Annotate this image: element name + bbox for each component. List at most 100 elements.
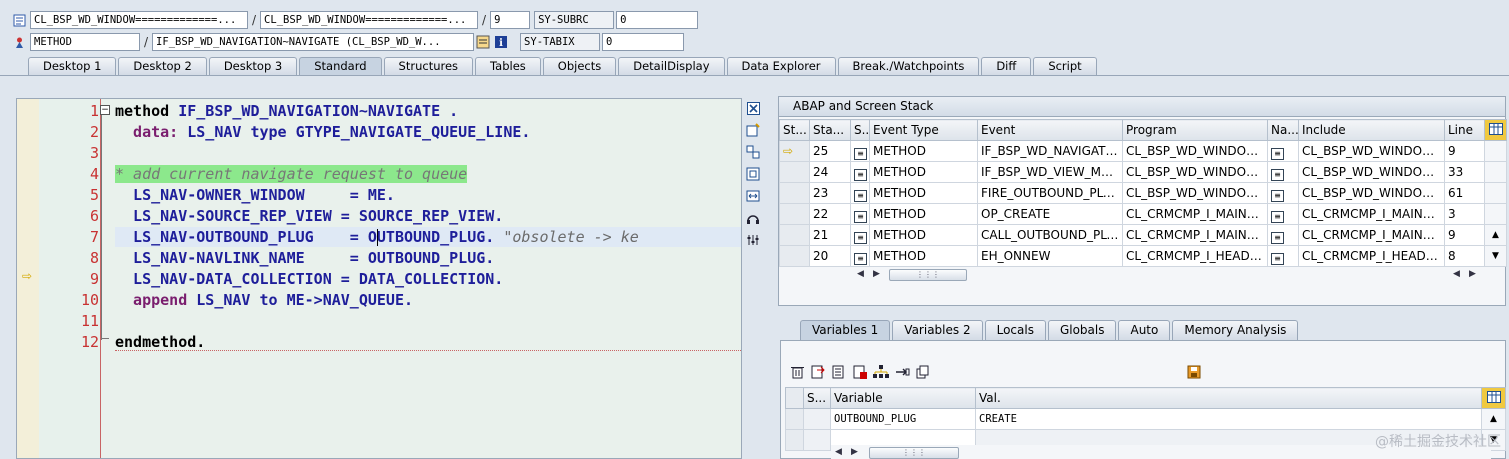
program[interactable]: CL_CRMCMP_I_MAINWIN... <box>1122 224 1268 246</box>
event-type-field[interactable]: METHOD <box>30 33 140 51</box>
include[interactable]: CL_BSP_WD_WINDOW=... <box>1298 182 1445 204</box>
navigate-icon[interactable]: ≡ <box>1267 161 1299 183</box>
import-icon[interactable] <box>810 365 826 381</box>
tab-memory-analysis[interactable]: Memory Analysis <box>1172 320 1299 340</box>
table-row[interactable]: 21 ≡ METHOD CALL_OUTBOUND_PLUG CL_CRMCMP… <box>779 224 1507 246</box>
table-row[interactable]: 22 ≡ METHOD OP_CREATE CL_CRMCMP_I_MAINWI… <box>779 203 1507 225</box>
col-header[interactable]: Variable <box>830 387 976 409</box>
table-row[interactable]: 23 ≡ METHOD FIRE_OUTBOUND_PLUG CL_BSP_WD… <box>779 182 1507 204</box>
save-icon[interactable] <box>1187 365 1201 382</box>
swap-tool-icon[interactable] <box>745 144 761 160</box>
program[interactable]: CL_BSP_WD_WINDOW=... <box>1122 140 1268 162</box>
scroll-right-icon[interactable]: ▶ <box>1469 269 1476 279</box>
col-header[interactable]: Event <box>977 119 1123 141</box>
code-line[interactable]: LS_NAV-NAVLINK_NAME = OUTBOUND_PLUG. <box>115 248 494 269</box>
tab-desktop-1[interactable]: Desktop 1 <box>28 57 117 75</box>
navigate-icon[interactable]: ≡ <box>1267 245 1299 267</box>
program[interactable]: CL_CRMCMP_I_MAINWIN... <box>1122 203 1268 225</box>
program-field[interactable]: CL_BSP_WD_WINDOW=============... <box>30 11 248 29</box>
scroll-thumb[interactable]: ⋮⋮⋮ <box>869 447 959 459</box>
tab-locals[interactable]: Locals <box>984 320 1046 340</box>
include[interactable]: CL_CRMCMP_I_MAINWIN... <box>1298 224 1445 246</box>
source-navigate-icon[interactable] <box>476 35 490 49</box>
tab-objects[interactable]: Objects <box>542 57 617 75</box>
tab-structures[interactable]: Structures <box>383 57 474 75</box>
event[interactable]: FIRE_OUTBOUND_PLUG <box>977 182 1123 204</box>
table-row[interactable]: ⇨ 25 ≡ METHOD IF_BSP_WD_NAVIGATIO... CL_… <box>779 140 1507 162</box>
transfer-icon[interactable] <box>894 365 910 381</box>
col-header[interactable]: Sta... <box>809 119 851 141</box>
column-settings-icon[interactable] <box>1481 387 1506 409</box>
event[interactable]: IF_BSP_WD_NAVIGATIO... <box>977 140 1123 162</box>
navigate-icon[interactable]: ≡ <box>1267 182 1299 204</box>
code-line[interactable]: method IF_BSP_WD_NAVIGATION~NAVIGATE . <box>115 101 458 122</box>
collapse-toggle-icon[interactable]: − <box>100 105 110 115</box>
delete-icon[interactable] <box>789 365 805 381</box>
settings-tool-icon[interactable] <box>745 232 761 248</box>
include-field[interactable]: CL_BSP_WD_WINDOW=============... <box>260 11 479 29</box>
new-tool-icon[interactable] <box>745 122 761 138</box>
table-row[interactable]: 24 ≡ METHOD IF_BSP_WD_VIEW_MAN... CL_BSP… <box>779 161 1507 183</box>
tab-variables-1[interactable]: Variables 1 <box>800 320 891 340</box>
navigate-icon[interactable]: ≡ <box>1267 203 1299 225</box>
tab-breakpoints[interactable]: Break./Watchpoints <box>837 57 980 75</box>
info-icon[interactable]: i <box>494 35 508 49</box>
code-line[interactable]: LS_NAV-SOURCE_REP_VIEW = SOURCE_REP_VIEW… <box>115 206 503 227</box>
col-header[interactable]: S... <box>850 119 870 141</box>
export-icon[interactable] <box>831 365 847 381</box>
code-line-current[interactable]: LS_NAV-DATA_COLLECTION = DATA_COLLECTION… <box>115 269 503 290</box>
scroll-left-icon[interactable]: ◀ <box>835 447 842 457</box>
close-icon[interactable] <box>745 100 761 116</box>
sysvalue-subrc[interactable]: 0 <box>616 11 699 29</box>
tab-script[interactable]: Script <box>1033 57 1097 75</box>
scroll-thumb[interactable]: ⋮⋮⋮ <box>889 269 967 281</box>
source-editor[interactable]: − ⇨ 1 2 3 4 5 6 7 8 9 10 11 12 method IF… <box>16 98 742 459</box>
table-row[interactable]: 20 ≡ METHOD EH_ONNEW CL_CRMCMP_I_HEADERR… <box>779 245 1507 267</box>
include[interactable]: CL_CRMCMP_I_HEADERR... <box>1298 245 1445 267</box>
col-header[interactable]: Val. <box>975 387 1482 409</box>
column-settings-icon[interactable] <box>1484 119 1507 141</box>
event[interactable]: CALL_OUTBOUND_PLUG <box>977 224 1123 246</box>
tab-desktop-2[interactable]: Desktop 2 <box>118 57 207 75</box>
code-line-comment[interactable]: * add current navigate request to queue <box>115 164 468 185</box>
col-header[interactable]: Program <box>1122 119 1268 141</box>
tab-data-explorer[interactable]: Data Explorer <box>726 57 836 75</box>
hierarchy-icon[interactable] <box>873 365 889 381</box>
tab-standard[interactable]: Standard <box>299 57 382 75</box>
navigate-icon[interactable]: ≡ <box>1267 140 1299 162</box>
event-name-field[interactable]: IF_BSP_WD_NAVIGATION~NAVIGATE (CL_BSP_WD… <box>152 33 475 51</box>
program[interactable]: CL_BSP_WD_WINDOW=... <box>1122 161 1268 183</box>
include[interactable]: CL_CRMCMP_I_MAINWIN... <box>1298 203 1445 225</box>
tab-globals[interactable]: Globals <box>1047 320 1117 340</box>
include[interactable]: CL_BSP_WD_WINDOW=... <box>1298 161 1445 183</box>
row-select-header[interactable] <box>785 387 804 409</box>
scroll-left-icon[interactable]: ◀ <box>1453 269 1460 279</box>
row-selector[interactable] <box>785 408 804 430</box>
services-icon[interactable] <box>745 210 761 226</box>
tab-auto[interactable]: Auto <box>1118 320 1171 340</box>
col-header[interactable]: Event Type <box>869 119 978 141</box>
resize-icon[interactable] <box>745 188 761 204</box>
tab-variables-2[interactable]: Variables 2 <box>892 320 983 340</box>
tab-desktop-3[interactable]: Desktop 3 <box>208 57 298 75</box>
event[interactable]: EH_ONNEW <box>977 245 1123 267</box>
code-line[interactable]: endmethod. <box>115 332 205 353</box>
event[interactable]: OP_CREATE <box>977 203 1123 225</box>
col-header[interactable]: Line <box>1444 119 1485 141</box>
scroll-right-icon[interactable]: ▶ <box>873 269 880 279</box>
maximize-icon[interactable] <box>745 166 761 182</box>
scroll-up-icon[interactable]: ▲ <box>1484 224 1507 246</box>
col-header[interactable]: S... <box>803 387 831 409</box>
col-header[interactable]: St... <box>779 119 810 141</box>
scroll-up-icon[interactable]: ▲ <box>1481 408 1506 430</box>
variable-name-input[interactable]: OUTBOUND_PLUG <box>830 408 976 430</box>
program[interactable]: CL_BSP_WD_WINDOW=... <box>1122 182 1268 204</box>
col-header[interactable]: Include <box>1298 119 1445 141</box>
variable-value[interactable]: CREATE <box>975 408 1482 430</box>
scroll-down-icon[interactable]: ▼ <box>1484 245 1507 267</box>
copy-icon[interactable] <box>915 365 931 381</box>
include[interactable]: CL_BSP_WD_WINDOW=... <box>1298 140 1445 162</box>
col-header[interactable]: Na... <box>1267 119 1299 141</box>
table-row[interactable]: OUTBOUND_PLUG CREATE ▲ <box>785 408 1506 430</box>
scroll-right-icon[interactable]: ▶ <box>851 447 858 457</box>
